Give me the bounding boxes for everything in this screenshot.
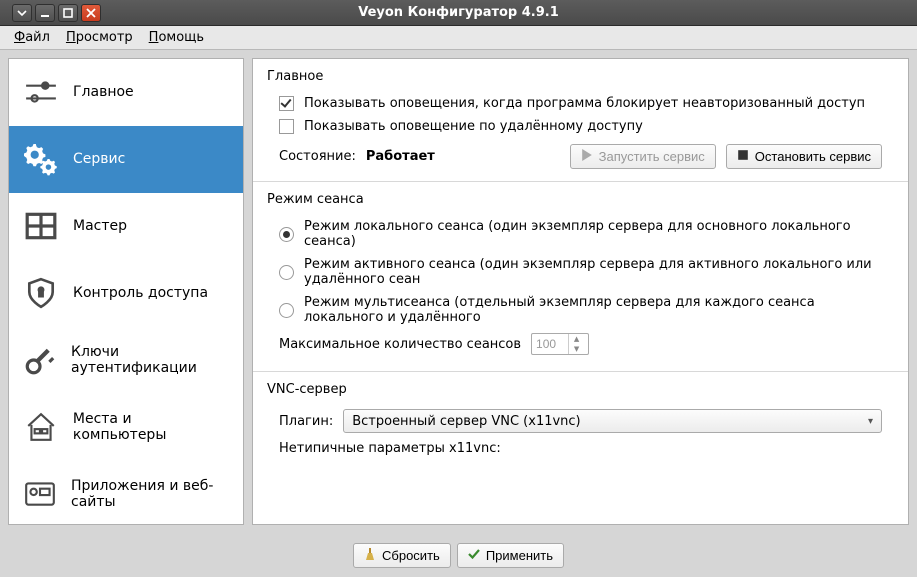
menu-file[interactable]: Файл: [8, 28, 56, 47]
grid-icon: [23, 208, 59, 244]
window-minimize-button[interactable]: [35, 4, 55, 22]
max-sessions-spinner[interactable]: ▲▼: [531, 333, 589, 355]
house-computers-icon: [23, 409, 59, 445]
check-icon: [468, 548, 480, 563]
max-sessions-label: Максимальное количество сеансов: [279, 337, 521, 352]
window-maximize-button[interactable]: [58, 4, 78, 22]
group-session: Режим сеанса Режим локального сеанса (од…: [267, 192, 894, 359]
checkbox-remote-notify-label: Показывать оповещение по удалённому дост…: [304, 119, 643, 134]
checkbox-block-notify-label: Показывать оповещения, когда программа б…: [304, 96, 865, 111]
reset-button[interactable]: Сбросить: [353, 543, 451, 568]
plugin-label: Плагин:: [279, 414, 333, 429]
window-rollup-button[interactable]: [12, 4, 32, 22]
checkbox-block-notify[interactable]: [279, 96, 294, 111]
group-vnc: VNC-сервер Плагин: Встроенный сервер VNC…: [267, 382, 894, 460]
shield-icon: [23, 275, 59, 311]
sidebar-item-label: Мастер: [73, 218, 127, 234]
radio-active-label: Режим активного сеанса (один экземпляр с…: [304, 257, 882, 287]
window-titlebar: Veyon Конфигуратор 4.9.1: [0, 0, 917, 26]
plugin-select[interactable]: Встроенный сервер VNC (x11vnc) ▾: [343, 409, 882, 433]
spinner-down-icon: ▼: [569, 344, 584, 354]
main-panel: Главное Показывать оповещения, когда про…: [252, 58, 909, 525]
sidebar-item-master[interactable]: Мастер: [9, 193, 243, 260]
status-label: Состояние:: [279, 149, 356, 164]
sidebar-item-apps[interactable]: Приложения и веб-сайты: [9, 461, 243, 525]
group-session-title: Режим сеанса: [267, 192, 894, 207]
spinner-up-icon: ▲: [569, 334, 584, 344]
radio-local-label: Режим локального сеанса (один экземпляр …: [304, 219, 882, 249]
max-sessions-input: [532, 335, 568, 353]
sidebar-item-locations[interactable]: Места и компьютеры: [9, 394, 243, 461]
sidebar-item-service[interactable]: Сервис: [9, 126, 243, 193]
bottom-bar: Сбросить Применить: [0, 533, 917, 577]
group-general-title: Главное: [267, 69, 894, 84]
radio-multi-label: Режим мультисеанса (отдельный экземпляр …: [304, 295, 882, 325]
atypical-params-label: Нетипичные параметры x11vnc:: [279, 441, 501, 456]
separator: [253, 181, 908, 182]
sidebar-item-label: Контроль доступа: [73, 285, 208, 301]
radio-active-session[interactable]: [279, 265, 294, 280]
menu-help[interactable]: Помощь: [143, 28, 210, 47]
play-icon: [581, 149, 593, 164]
plugin-select-value: Встроенный сервер VNC (x11vnc): [352, 414, 580, 429]
sidebar-item-general[interactable]: Главное: [9, 59, 243, 126]
sidebar: Главное Сервис Мастер: [8, 58, 244, 525]
stop-icon: [737, 149, 749, 164]
sidebar-item-label: Места и компьютеры: [73, 411, 229, 443]
sidebar-item-access[interactable]: Контроль доступа: [9, 260, 243, 327]
sidebar-item-label: Сервис: [73, 151, 125, 167]
window-close-button[interactable]: [81, 4, 101, 22]
sidebar-item-label: Главное: [73, 84, 134, 100]
broom-icon: [364, 548, 376, 563]
stop-service-button[interactable]: Остановить сервис: [726, 144, 882, 169]
sidebar-item-authkeys[interactable]: Ключи аутентификации: [9, 327, 243, 394]
window-title: Veyon Конфигуратор 4.9.1: [0, 5, 917, 20]
menubar: Файл Просмотр Помощь: [0, 26, 917, 50]
sidebar-item-label: Ключи аутентификации: [71, 344, 229, 376]
key-icon: [23, 342, 57, 378]
sidebar-item-label: Приложения и веб-сайты: [71, 478, 229, 510]
sliders-icon: [23, 74, 59, 110]
menu-view[interactable]: Просмотр: [60, 28, 139, 47]
gears-icon: [23, 141, 59, 177]
group-vnc-title: VNC-сервер: [267, 382, 894, 397]
start-service-button: Запустить сервис: [570, 144, 716, 169]
apply-button[interactable]: Применить: [457, 543, 564, 568]
group-general: Главное Показывать оповещения, когда про…: [267, 69, 894, 169]
status-value: Работает: [366, 149, 560, 164]
chevron-down-icon: ▾: [868, 416, 873, 427]
radio-multi-session[interactable]: [279, 303, 294, 318]
radio-local-session[interactable]: [279, 227, 294, 242]
apps-icon: [23, 476, 57, 512]
separator: [253, 371, 908, 372]
checkbox-remote-notify[interactable]: [279, 119, 294, 134]
